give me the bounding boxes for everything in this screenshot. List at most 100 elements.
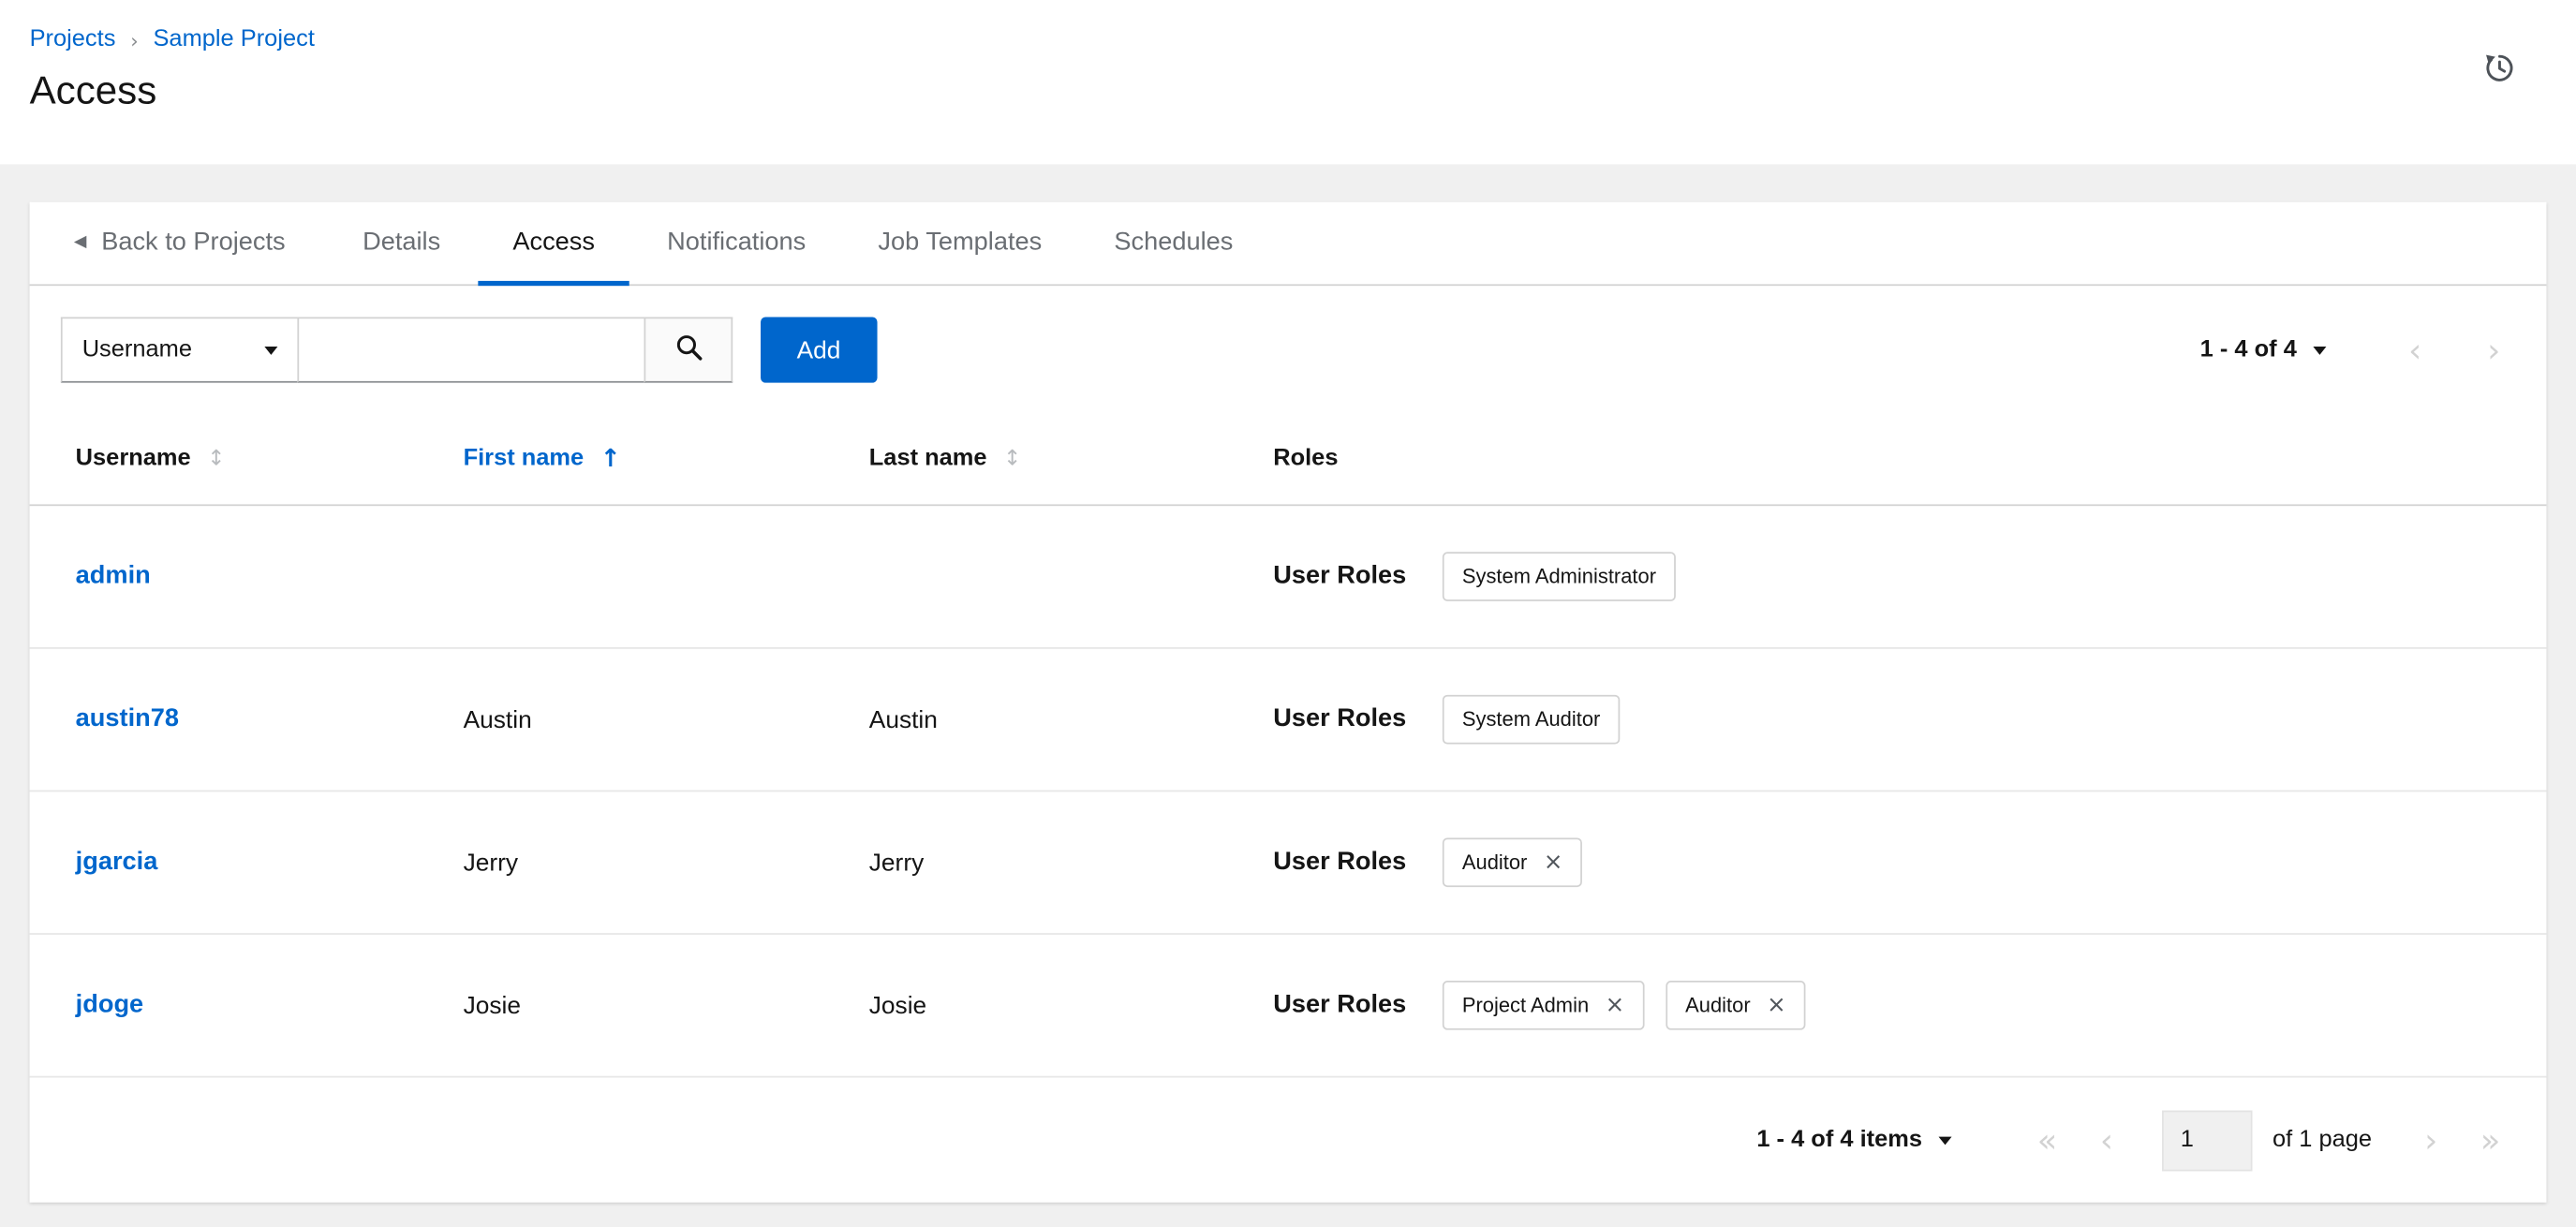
content-area: ◀ Back to Projects Details Access Notifi… bbox=[0, 164, 2576, 1203]
current-page-input[interactable] bbox=[2162, 1109, 2253, 1171]
table-row: jdoge Josie Josie User Roles Project Adm… bbox=[29, 935, 2547, 1078]
tabs: Details Access Notifications Job Templat… bbox=[325, 202, 1268, 287]
filter-key-selected: Username bbox=[81, 336, 193, 363]
username-cell: jgarcia bbox=[76, 848, 464, 878]
remove-role-icon[interactable]: × bbox=[1767, 994, 1786, 1017]
user-roles-label: User Roles bbox=[1273, 990, 1407, 1019]
back-to-projects-link[interactable]: ◀ Back to Projects bbox=[30, 202, 325, 285]
tab-label: Access bbox=[512, 228, 595, 257]
chevron-down-icon bbox=[1938, 1135, 1952, 1145]
tab-bar: ◀ Back to Projects Details Access Notifi… bbox=[29, 202, 2547, 287]
tab-label: Job Templates bbox=[878, 228, 1043, 257]
back-to-projects-label: Back to Projects bbox=[101, 228, 286, 257]
user-roles-label: User Roles bbox=[1273, 704, 1407, 733]
chevron-down-icon bbox=[2313, 346, 2327, 354]
next-page-icon[interactable]: › bbox=[2487, 333, 2500, 366]
username-link[interactable]: admin bbox=[76, 562, 151, 590]
breadcrumb: Projects › Sample Project bbox=[30, 0, 2576, 52]
tab-notifications[interactable]: Notifications bbox=[632, 202, 840, 285]
role-chip-label: System Auditor bbox=[1461, 707, 1601, 732]
add-button[interactable]: Add bbox=[761, 317, 878, 383]
first-name-cell: Austin bbox=[463, 705, 532, 734]
remove-role-icon[interactable]: × bbox=[1606, 994, 1625, 1017]
last-name-cell: Josie bbox=[868, 991, 927, 1020]
top-pagination-dropdown[interactable]: 1 - 4 of 4 bbox=[2200, 337, 2327, 363]
column-header-username-label: Username bbox=[75, 445, 191, 472]
column-header-last-name-label: Last name bbox=[868, 445, 987, 472]
column-header-last-name[interactable]: Last name ↕ bbox=[869, 445, 1273, 471]
roles-cell: User Roles System Auditor bbox=[1273, 694, 2500, 745]
role-chip: System Auditor bbox=[1442, 694, 1621, 745]
column-header-roles: Roles bbox=[1273, 445, 2500, 471]
remove-role-icon[interactable]: × bbox=[1544, 850, 1563, 874]
sort-icon: ↕ bbox=[1003, 446, 1022, 471]
next-page-icon[interactable]: › bbox=[2424, 1124, 2437, 1157]
role-chip: Auditor × bbox=[1442, 837, 1583, 888]
username-link[interactable]: austin78 bbox=[76, 704, 179, 732]
first-name-cell: Josie bbox=[463, 991, 522, 1020]
top-pagination-range: 1 - 4 of 4 bbox=[2199, 336, 2297, 363]
tab-label: Details bbox=[363, 228, 441, 257]
role-chips: System Auditor bbox=[1442, 694, 1621, 745]
role-chips: Project Admin × Auditor × bbox=[1442, 981, 1806, 1030]
access-card: ◀ Back to Projects Details Access Notifi… bbox=[29, 201, 2547, 1203]
user-roles-label: User Roles bbox=[1273, 561, 1407, 590]
role-chip: Auditor × bbox=[1666, 981, 1806, 1030]
role-chip-label: Project Admin bbox=[1461, 994, 1590, 1017]
column-header-first-name[interactable]: First name ↑ bbox=[464, 444, 869, 474]
role-chips: Auditor × bbox=[1442, 837, 1583, 888]
page-count-label: of 1 page bbox=[2273, 1127, 2373, 1154]
sort-ascending-icon: ↑ bbox=[600, 443, 621, 474]
app-viewport: Projects › Sample Project Access ◀ Back … bbox=[0, 0, 2576, 1227]
search-button[interactable] bbox=[644, 317, 733, 383]
last-page-icon[interactable]: » bbox=[2480, 1124, 2500, 1157]
items-range-label: 1 - 4 of 4 items bbox=[1756, 1127, 1923, 1154]
tab-access[interactable]: Access bbox=[478, 202, 629, 287]
table-body: admin User Roles System Administrator au… bbox=[29, 506, 2547, 1078]
tab-job-templates[interactable]: Job Templates bbox=[844, 202, 1076, 285]
role-chip: Project Admin × bbox=[1442, 981, 1645, 1030]
page-title: Access bbox=[29, 68, 157, 114]
search-filter-group: Username bbox=[60, 317, 733, 383]
role-chips: System Administrator bbox=[1442, 552, 1677, 601]
breadcrumb-link-sample-project[interactable]: Sample Project bbox=[153, 26, 314, 52]
sort-icon: ↕ bbox=[207, 446, 226, 471]
username-link[interactable]: jdoge bbox=[76, 991, 144, 1019]
tab-schedules[interactable]: Schedules bbox=[1080, 202, 1268, 285]
username-cell: austin78 bbox=[76, 704, 464, 734]
roles-cell: User Roles Project Admin × Auditor × bbox=[1273, 981, 2500, 1030]
page-header: Projects › Sample Project Access bbox=[0, 0, 2576, 165]
bottom-pagination: 1 - 4 of 4 items « ‹ of 1 page › » bbox=[30, 1078, 2547, 1203]
filter-key-dropdown[interactable]: Username bbox=[60, 317, 300, 383]
previous-page-icon[interactable]: ‹ bbox=[2408, 333, 2421, 366]
breadcrumb-link-projects[interactable]: Projects bbox=[30, 26, 116, 52]
role-chip-label: Auditor bbox=[1685, 994, 1751, 1017]
first-name-cell: Jerry bbox=[463, 848, 519, 877]
previous-page-icon[interactable]: ‹ bbox=[2100, 1124, 2113, 1157]
tab-label: Notifications bbox=[667, 228, 807, 257]
top-pagination: 1 - 4 of 4 ‹ › bbox=[2200, 333, 2501, 366]
first-page-icon[interactable]: « bbox=[2037, 1124, 2057, 1157]
column-header-first-name-label: First name bbox=[463, 445, 585, 472]
items-per-page-dropdown[interactable]: 1 - 4 of 4 items bbox=[1756, 1127, 1952, 1154]
chevron-down-icon bbox=[264, 346, 278, 354]
table-header-row: Username ↕ First name ↑ Last name ↕ Role… bbox=[29, 412, 2547, 507]
access-table: Username ↕ First name ↑ Last name ↕ Role… bbox=[29, 412, 2547, 1078]
back-arrow-icon: ◀ bbox=[73, 233, 87, 252]
history-button[interactable] bbox=[2480, 48, 2521, 89]
username-cell: admin bbox=[76, 562, 464, 592]
user-roles-label: User Roles bbox=[1273, 847, 1407, 876]
last-name-cell: Jerry bbox=[868, 848, 925, 877]
table-row: austin78 Austin Austin User Roles System… bbox=[29, 649, 2547, 792]
column-header-roles-label: Roles bbox=[1273, 445, 1339, 472]
username-link[interactable]: jgarcia bbox=[76, 848, 158, 876]
toolbar: Username Add 1 - 4 of 4 ‹ › bbox=[30, 286, 2547, 412]
column-header-username[interactable]: Username ↕ bbox=[76, 445, 464, 471]
search-input[interactable] bbox=[297, 317, 646, 383]
tab-details[interactable]: Details bbox=[328, 202, 475, 285]
tab-label: Schedules bbox=[1114, 228, 1234, 257]
last-name-cell: Austin bbox=[868, 705, 938, 734]
history-icon bbox=[2482, 54, 2517, 90]
search-icon bbox=[674, 333, 703, 366]
role-chip-label: Auditor bbox=[1461, 850, 1528, 875]
